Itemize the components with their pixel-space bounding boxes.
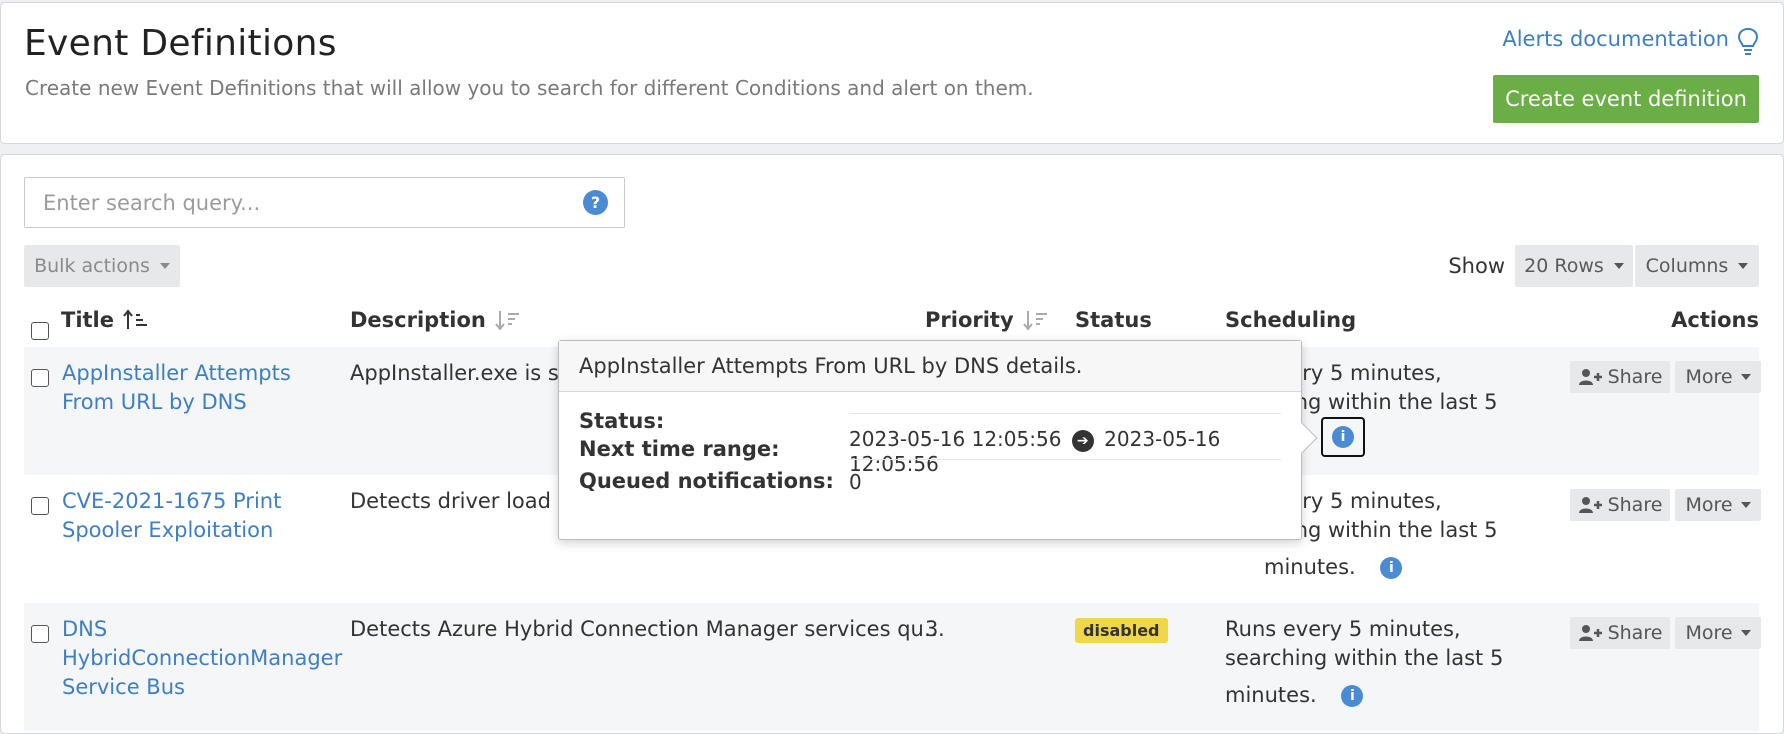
priority-cell: 3 (925, 617, 939, 641)
rows-per-page-button[interactable]: 20 Rows (1515, 245, 1633, 287)
share-label: Share (1607, 366, 1663, 388)
share-button[interactable]: Share (1570, 361, 1670, 393)
row-checkbox[interactable] (31, 497, 49, 515)
help-icon[interactable]: ? (583, 190, 608, 215)
share-button[interactable]: Share (1570, 489, 1670, 521)
chevron-down-icon (1613, 263, 1624, 269)
status-cell: disabled (1075, 615, 1168, 644)
alerts-documentation-link[interactable]: Alerts documentation (1502, 27, 1729, 51)
info-icon[interactable]: i (1380, 557, 1403, 579)
more-button[interactable]: More (1675, 489, 1761, 521)
range-from: 2023-05-16 12:05:56 (849, 427, 1062, 451)
column-header-priority[interactable]: Priority (925, 308, 1050, 332)
chevron-down-icon (1740, 502, 1751, 508)
event-title-link[interactable]: DNS HybridConnectionManager Service Bus (62, 617, 342, 699)
description-cell: AppInstaller.exe is sp (350, 361, 573, 385)
column-header-actions-label: Actions (1671, 308, 1759, 332)
show-label: Show (1448, 254, 1505, 278)
title-cell: DNS HybridConnectionManager Service Bus (62, 615, 342, 702)
next-time-range-value: 2023-05-16 12:05:56 ➔ 2023-05-16 12:05:5… (849, 427, 1301, 476)
create-event-definition-button[interactable]: Create event definition (1493, 75, 1759, 123)
share-label: Share (1607, 622, 1663, 644)
page-subtitle: Create new Event Definitions that will a… (25, 76, 1034, 100)
search-input[interactable] (25, 178, 565, 227)
header-card: Event Definitions Create new Event Defin… (0, 2, 1784, 144)
title-cell: CVE-2021-1675 Print Spooler Exploitation (62, 487, 281, 545)
next-time-range-label: Next time range: (579, 437, 780, 461)
chevron-down-icon (1738, 263, 1749, 269)
add-user-icon (1578, 369, 1602, 385)
description-cell: Detects driver load ev (350, 489, 583, 513)
chevron-down-icon (1740, 374, 1751, 380)
column-header-scheduling: Scheduling (1225, 308, 1356, 332)
column-header-actions: Actions (1671, 308, 1759, 332)
info-button-focused[interactable]: i (1321, 417, 1365, 457)
arrow-right-icon: ➔ (1071, 429, 1094, 452)
row-checkbox[interactable] (31, 369, 49, 387)
rows-per-page-label: 20 Rows (1524, 255, 1604, 277)
queued-notifications-label: Queued notifications: (579, 469, 834, 493)
column-header-status-label: Status (1075, 308, 1152, 332)
column-header-description-label: Description (350, 308, 486, 332)
add-user-icon (1578, 625, 1602, 641)
divider (849, 413, 1281, 414)
event-title-link[interactable]: CVE-2021-1675 Print Spooler Exploitation (62, 489, 281, 542)
add-user-icon (1578, 497, 1602, 513)
popover-title: AppInstaller Attempts From URL by DNS de… (559, 341, 1301, 392)
sort-descending-icon[interactable] (494, 309, 522, 331)
more-label: More (1685, 622, 1733, 644)
column-header-scheduling-label: Scheduling (1225, 308, 1357, 332)
info-icon[interactable]: i (1341, 685, 1364, 707)
lightbulb-icon (1737, 27, 1759, 55)
sort-descending-icon[interactable] (1022, 309, 1050, 331)
table-row: DNS HybridConnectionManager Service Bus De… (24, 603, 1761, 731)
column-header-priority-label: Priority (925, 308, 1014, 332)
share-button[interactable]: Share (1570, 617, 1670, 649)
queued-notifications-value: 0 (849, 470, 862, 494)
row-checkbox[interactable] (31, 625, 49, 643)
chevron-down-icon (159, 263, 170, 269)
page-title: Event Definitions (24, 23, 337, 64)
scheduling-cell: Runs every 5 minutes, searching within th… (1225, 617, 1504, 707)
info-icon: i (1332, 426, 1354, 448)
title-cell: AppInstaller Attempts From URL by DNS (62, 359, 291, 417)
share-label: Share (1607, 494, 1663, 516)
columns-button[interactable]: Columns (1635, 245, 1759, 287)
chevron-down-icon (1740, 630, 1751, 636)
columns-label: Columns (1645, 255, 1729, 277)
details-popover: AppInstaller Attempts From URL by DNS de… (558, 340, 1318, 540)
more-button[interactable]: More (1675, 617, 1761, 649)
column-header-title[interactable]: Title (61, 308, 150, 332)
divider (849, 459, 1281, 460)
more-button[interactable]: More (1675, 361, 1761, 393)
select-all-checkbox[interactable] (31, 322, 49, 340)
column-header-status: Status (1075, 308, 1152, 332)
column-header-title-label: Title (61, 308, 115, 332)
event-title-link[interactable]: AppInstaller Attempts From URL by DNS (62, 361, 291, 414)
more-label: More (1685, 366, 1733, 388)
bulk-actions-button[interactable]: Bulk actions (24, 245, 180, 287)
bulk-actions-label: Bulk actions (34, 255, 150, 277)
column-header-description[interactable]: Description (350, 308, 522, 332)
search-box: ? (24, 177, 625, 228)
status-label: Status: (579, 409, 665, 433)
status-badge: disabled (1075, 618, 1168, 643)
more-label: More (1685, 494, 1733, 516)
description-cell: Detects Azure Hybrid Connection Manager … (350, 617, 945, 641)
sort-ascending-icon[interactable] (122, 309, 150, 331)
